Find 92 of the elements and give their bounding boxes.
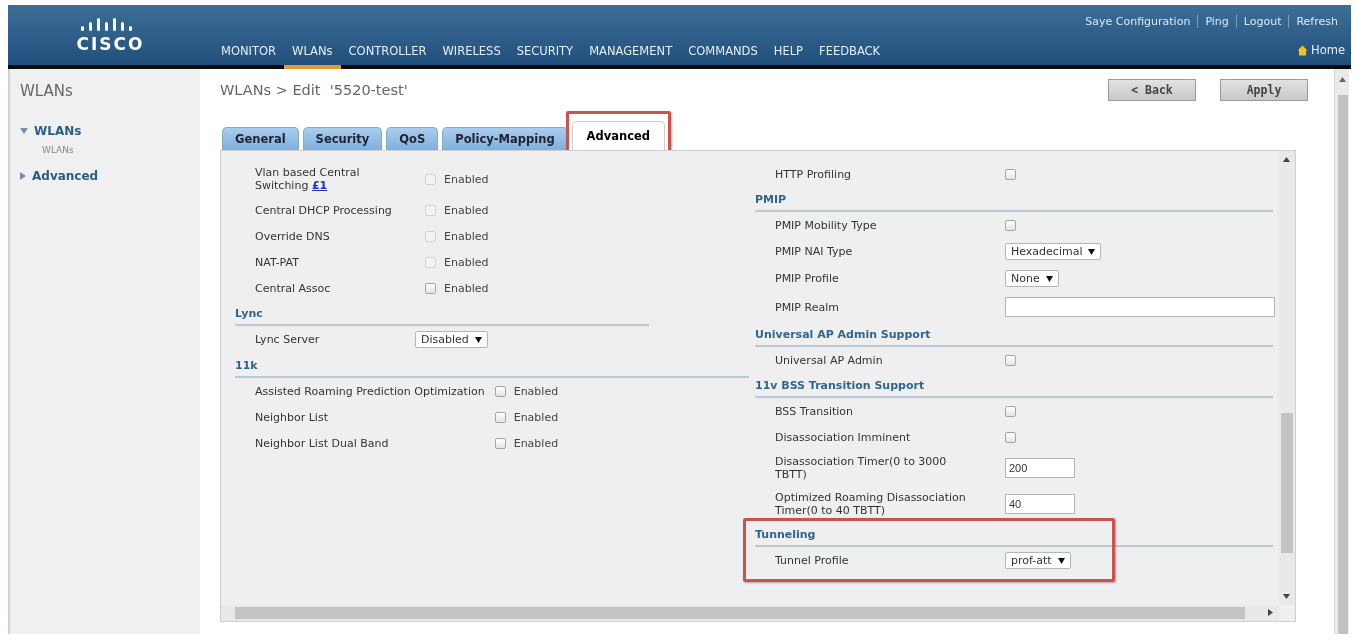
tab[interactable]: Security [302,127,383,150]
nav-menu-item[interactable]: CONTROLLER [340,44,435,69]
field-label: Tunnel Profile [775,553,850,569]
header-link[interactable]: Ping [1197,15,1236,28]
nav-menu-item[interactable]: HELP [765,44,812,69]
home-link[interactable]: Home [1311,43,1345,57]
caret-icon [1088,248,1096,255]
checkbox[interactable] [1005,219,1016,231]
option-label: Enabled [513,410,559,424]
option-label: Enabled [444,203,489,217]
field-label: Central DHCP Processing [255,202,393,219]
dropdown[interactable]: Disabled [415,331,488,348]
page-scrollbar-thumb[interactable] [1338,95,1348,634]
field-label: PMIP NAI Type [775,244,854,260]
option-label: Enabled [444,255,489,269]
scroll-right-arrow-icon[interactable] [1268,609,1273,616]
section-heading: 11v BSS Transition Support [755,379,925,392]
option-label: Enabled [513,436,559,450]
checkbox[interactable] [1005,168,1016,180]
dropdown[interactable]: Hexadecimal [1005,243,1102,260]
caret-icon [1057,557,1065,564]
tab[interactable]: QoS [386,127,439,150]
nav-menu-item[interactable]: MANAGEMENT [581,44,681,69]
field-label: Central Assoc [255,280,332,297]
option-label: Enabled [513,384,559,398]
toolbar-button[interactable]: < Back [1108,79,1196,101]
field-label: BSS Transition [775,403,854,420]
checkbox[interactable] [494,385,506,397]
header-link[interactable]: Refresh [1288,15,1345,28]
caret-icon [474,336,482,343]
field-label: Override DNS [255,228,331,245]
home-icon[interactable] [1297,44,1309,56]
checkbox[interactable] [1005,405,1016,417]
scroll-up-arrow-icon[interactable] [1339,77,1346,82]
page-title: WLANs > Edit '5520-test' [220,82,409,98]
horizontal-scrollbar[interactable] [221,605,1279,621]
section-heading: Universal AP Admin Support [755,328,931,341]
tab[interactable]: Policy-Mapping [442,127,568,150]
field-label: Lync Server [255,332,321,348]
section-heading: Lync [235,307,263,320]
vertical-scrollbar[interactable] [1279,151,1295,605]
section-heading: 11k [235,359,258,372]
text-field[interactable]: 200 [1005,458,1075,478]
field-label: Assisted Roaming Prediction Optimization [255,383,485,400]
option-label: Enabled [444,172,489,186]
nav-menu-item[interactable]: WLANs [284,44,341,69]
collapsed-triangle-icon [20,172,26,180]
field-label: Disassociation Timer(0 to 3000 TBTT) [775,454,948,483]
header-link[interactable]: Saye Configuration [1078,15,1198,28]
option-label: Enabled [444,229,489,243]
dropdown[interactable]: None [1005,270,1059,287]
logo-wordmark: CISCO [76,33,145,54]
field-label: HTTP Profiling [775,166,853,183]
text-field[interactable] [1005,297,1275,317]
tab[interactable]: General [222,127,299,150]
scrollbar-thumb[interactable] [1281,413,1293,553]
sidebar-item[interactable]: Advanced [20,169,190,183]
checkbox[interactable] [425,282,436,294]
field-label: NAT-PAT [255,254,300,271]
field-label: PMIP Profile [775,271,840,287]
toolbar-button[interactable]: Apply [1220,79,1308,101]
field-label: Universal AP Admin [775,352,884,369]
nav-menu-item[interactable]: WIRELESS [434,44,509,69]
checkbox[interactable] [494,411,506,423]
scroll-down-arrow-icon[interactable] [1283,594,1290,599]
nav-menu-item[interactable]: SECURITY [508,44,582,69]
section-heading: PMIP [755,193,787,206]
section-heading: Tunneling [755,528,816,541]
scrollbar-thumb[interactable] [235,607,1245,619]
option-label: Enabled [444,281,489,295]
header-link[interactable]: Logout [1235,15,1289,28]
tab[interactable]: Advanced [571,121,666,150]
sidebar-item[interactable]: WLANs [20,124,190,138]
caret-icon [1045,275,1053,282]
scroll-up-arrow-icon[interactable] [1283,157,1290,162]
expanded-triangle-icon [20,128,28,134]
checkbox[interactable] [1005,431,1016,443]
field-label: Vlan based Central Switching £1 [255,165,361,194]
checkbox[interactable] [1005,354,1016,366]
field-label: Neighbor List Dual Band [255,435,390,452]
dropdown[interactable]: prof-att [1005,552,1071,569]
field-label: Neighbor List [255,409,329,426]
field-label: PMIP Realm [775,299,840,316]
sidebar-title: WLANs [20,82,73,100]
field-label: PMIP Mobility Type [775,217,878,234]
nav-menu-item[interactable]: FEEDBACK [811,44,889,69]
field-label: Disassociation Imminent [775,429,912,446]
checkbox[interactable] [494,437,506,449]
field-label: Optimized Roaming Disassociation Timer(0 to 40 TBTT) [775,490,967,519]
text-field[interactable]: 40 [1005,494,1075,514]
nav-menu-item[interactable]: COMMANDS [680,44,766,69]
nav-menu-item[interactable]: MONITOR [213,44,285,69]
